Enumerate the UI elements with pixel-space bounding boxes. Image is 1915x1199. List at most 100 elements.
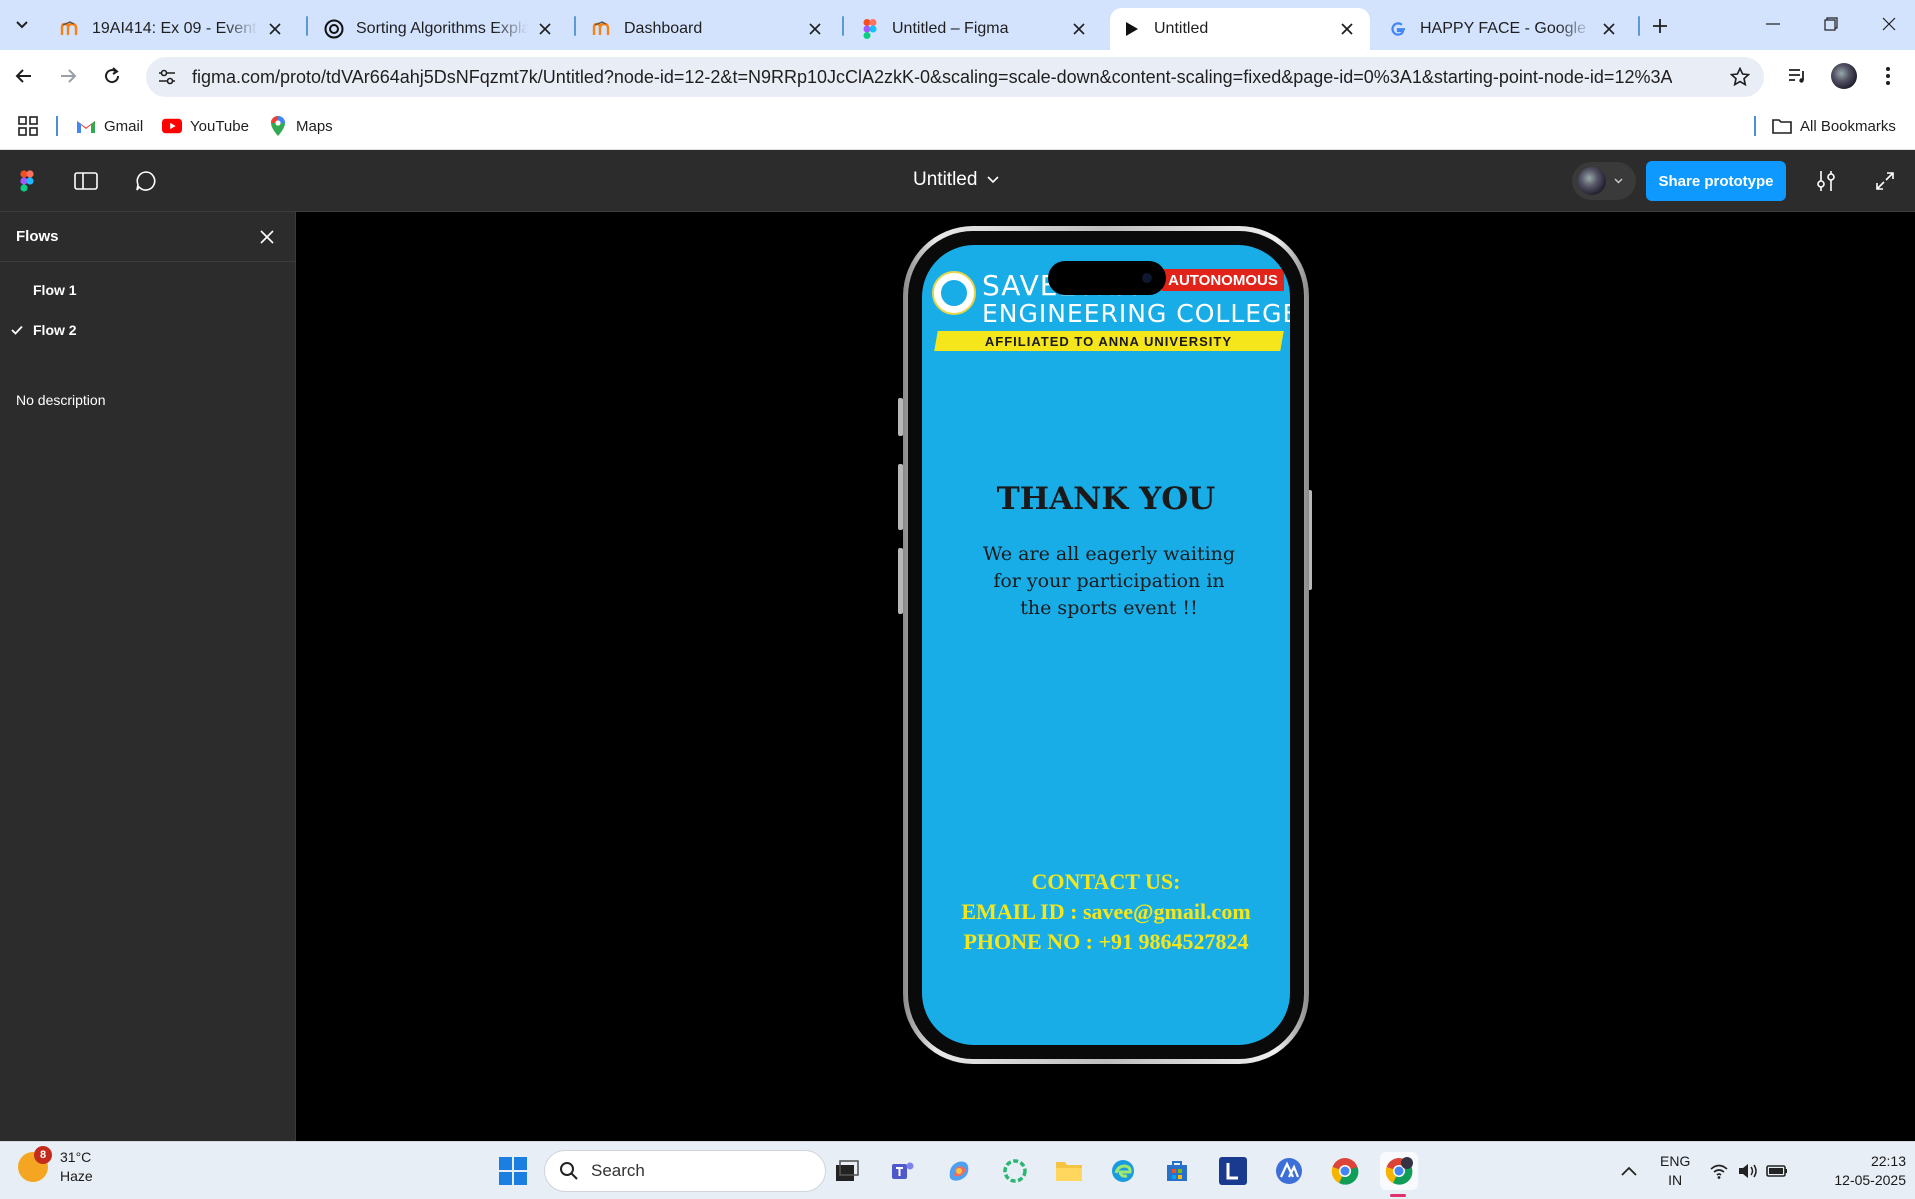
all-bookmarks-button[interactable]: All Bookmarks <box>1772 114 1896 138</box>
back-button[interactable] <box>6 58 42 94</box>
weather-condition: Haze <box>60 1168 93 1184</box>
close-window-button[interactable] <box>1860 0 1915 48</box>
taskbar-search[interactable]: Search <box>544 1150 826 1192</box>
youtube-icon <box>162 116 182 136</box>
chevron-down-icon <box>987 176 999 184</box>
tab-title: HAPPY FACE - Google Sea <box>1420 20 1592 37</box>
site-settings-icon[interactable] <box>156 66 178 88</box>
bookmark-youtube[interactable]: YouTube <box>162 114 249 138</box>
chrome-profile-icon[interactable] <box>1380 1152 1418 1190</box>
clock[interactable]: 22:13 12-05-2025 <box>1810 1152 1906 1190</box>
bookmark-label: Gmail <box>104 117 144 135</box>
flow-description: No description <box>16 392 106 408</box>
thank-you-message: We are all eagerly waiting for your part… <box>982 543 1236 619</box>
address-bar[interactable]: figma.com/proto/tdVAr664ahj5DsNFqzmt7k/U… <box>146 57 1764 97</box>
edge-icon[interactable] <box>1104 1152 1142 1190</box>
copilot-icon[interactable] <box>940 1152 978 1190</box>
browser-menu-icon[interactable] <box>1870 58 1906 94</box>
weather-temp: 31°C <box>60 1149 92 1165</box>
tab-search-button[interactable] <box>6 10 38 40</box>
contact-title: CONTACT US: <box>1031 869 1181 894</box>
letter-l-app-icon[interactable] <box>1214 1152 1252 1190</box>
browser-tab-strip: 19AI414: Ex 09 - Event Reg Sorting Algor… <box>0 0 1915 50</box>
close-icon[interactable] <box>254 224 280 250</box>
file-title: Untitled <box>913 169 978 190</box>
tab-dashboard[interactable]: Dashboard <box>580 8 838 50</box>
fullscreen-icon[interactable] <box>1870 166 1900 196</box>
file-explorer-icon[interactable] <box>1050 1152 1088 1190</box>
task-view-icon[interactable] <box>828 1152 866 1190</box>
show-hidden-icons-chevron[interactable] <box>1610 1152 1648 1190</box>
comment-icon[interactable] <box>131 166 161 196</box>
figma-logo-icon[interactable] <box>12 166 42 196</box>
bookmarks-bar: Gmail YouTube Maps All Bookmarks <box>0 102 1915 150</box>
tab-event-registration[interactable]: 19AI414: Ex 09 - Event Reg <box>48 8 298 50</box>
openai-icon <box>324 19 344 39</box>
flow-label: Flow 2 <box>33 322 77 338</box>
new-tab-button[interactable] <box>1646 12 1674 40</box>
tab-title: Sorting Algorithms Explain <box>356 20 528 37</box>
close-icon[interactable] <box>804 18 826 40</box>
bookmark-label: YouTube <box>190 117 249 135</box>
close-icon[interactable] <box>534 18 556 40</box>
flow-item-1[interactable]: Flow 1 <box>0 273 296 307</box>
contact-section: CONTACT US: EMAIL ID : savee@gmail.com P… <box>922 867 1290 957</box>
tab-sorting-algorithms[interactable]: Sorting Algorithms Explain <box>312 8 568 50</box>
bookmark-divider <box>56 116 58 136</box>
weather-badge: 8 <box>34 1146 52 1164</box>
contact-phone: PHONE NO : +91 9864527824 <box>963 929 1249 954</box>
system-tray-icons[interactable] <box>1704 1152 1794 1190</box>
windows-start-icon[interactable] <box>494 1152 532 1190</box>
figma-icon <box>860 19 880 39</box>
weather-haze-icon: 8 <box>18 1146 52 1182</box>
bookmark-star-icon[interactable] <box>1728 65 1752 89</box>
profile-avatar[interactable] <box>1826 58 1862 94</box>
flows-title: Flows <box>16 228 59 245</box>
reload-button[interactable] <box>94 58 130 94</box>
play-icon <box>1122 19 1142 39</box>
language-indicator[interactable]: ENG IN <box>1660 1152 1690 1190</box>
restore-button[interactable] <box>1802 0 1860 48</box>
bookmark-gmail[interactable]: Gmail <box>76 114 143 138</box>
microsoft-store-icon[interactable] <box>1158 1152 1196 1190</box>
tab-title: Untitled – Figma <box>892 20 1009 37</box>
tab-google-search[interactable]: HAPPY FACE - Google Sea <box>1376 8 1632 50</box>
search-icon <box>560 1162 578 1180</box>
language-code: ENG <box>1660 1153 1691 1169</box>
camera-icon <box>1142 273 1152 283</box>
college-logo <box>932 271 976 315</box>
contact-email: EMAIL ID : savee@gmail.com <box>961 899 1251 924</box>
prototype-screen[interactable]: SAVEETHA AUTONOMOUS ENGINEERING COLLEGE … <box>922 245 1290 1045</box>
tab-untitled-figma[interactable]: Untitled – Figma <box>848 8 1102 50</box>
region-code: IN <box>1668 1172 1683 1188</box>
dynamic-island <box>1048 261 1166 295</box>
media-controls-icon[interactable] <box>1780 58 1816 94</box>
close-icon[interactable] <box>264 18 286 40</box>
arc-app-icon[interactable] <box>1270 1152 1308 1190</box>
checkmark-icon <box>0 325 33 335</box>
apps-grid-icon[interactable] <box>18 114 38 138</box>
flow-item-2[interactable]: Flow 2 <box>0 313 296 347</box>
tab-untitled-prototype[interactable]: Untitled <box>1110 8 1370 50</box>
minimize-button[interactable] <box>1744 0 1802 48</box>
thank-you-heading: THANK YOU <box>996 481 1216 517</box>
clock-date: 12-05-2025 <box>1834 1172 1906 1188</box>
tab-title: Dashboard <box>624 20 703 37</box>
bookmark-maps[interactable]: Maps <box>268 114 333 138</box>
app-ring-icon[interactable] <box>996 1152 1034 1190</box>
close-icon[interactable] <box>1068 18 1090 40</box>
tab-divider <box>574 16 576 36</box>
forward-button[interactable] <box>50 58 86 94</box>
browser-toolbar: figma.com/proto/tdVAr664ahj5DsNFqzmt7k/U… <box>0 50 1915 102</box>
settings-sliders-icon[interactable] <box>1811 166 1841 196</box>
chrome-icon[interactable] <box>1326 1152 1364 1190</box>
sidebar-toggle-icon[interactable] <box>71 166 101 196</box>
file-title-dropdown[interactable]: Untitled <box>913 169 999 191</box>
user-avatar-menu[interactable] <box>1572 162 1636 200</box>
close-icon[interactable] <box>1336 18 1358 40</box>
share-prototype-button[interactable]: Share prototype <box>1646 161 1786 201</box>
close-icon[interactable] <box>1598 18 1620 40</box>
weather-widget[interactable]: 8 31°C Haze <box>18 1146 93 1186</box>
teams-icon[interactable] <box>884 1152 922 1190</box>
moodle-icon <box>592 19 612 39</box>
